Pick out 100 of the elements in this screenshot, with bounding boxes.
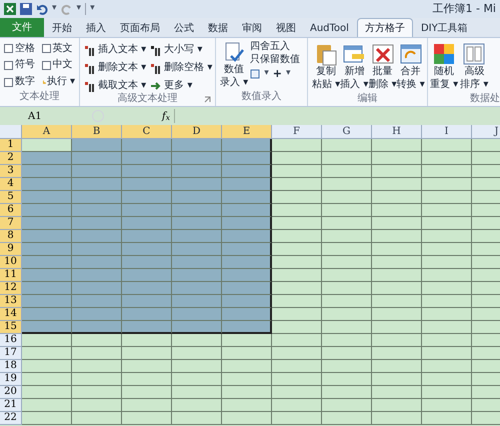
sheet-cell[interactable] xyxy=(222,269,272,282)
row-header[interactable]: 10 xyxy=(0,256,22,269)
sheet-cell[interactable] xyxy=(22,217,72,230)
sheet-cell[interactable] xyxy=(422,139,472,152)
sheet-cell[interactable] xyxy=(372,360,422,373)
sheet-cell[interactable] xyxy=(422,230,472,243)
checkbox[interactable] xyxy=(4,44,13,54)
sheet-cell[interactable] xyxy=(372,165,422,178)
checkbox[interactable] xyxy=(42,44,50,54)
sheet-cell[interactable] xyxy=(422,321,472,334)
column-header[interactable]: C xyxy=(122,125,172,139)
edit-button[interactable]: 批量 删除 ▾ xyxy=(368,42,397,91)
sheet-cell[interactable] xyxy=(272,204,322,217)
sheet-cell[interactable] xyxy=(372,152,422,165)
text-tool-button[interactable]: 截取文本 ▾ xyxy=(84,78,146,94)
sheet-cell[interactable] xyxy=(322,243,372,256)
sheet-cell[interactable] xyxy=(422,308,472,321)
sheet-cell[interactable] xyxy=(422,256,472,269)
sheet-cell[interactable] xyxy=(372,295,422,308)
insert-function-button[interactable]: f$_{x}$ xyxy=(162,108,170,124)
sheet-cell[interactable] xyxy=(422,178,472,191)
sheet-cell[interactable] xyxy=(172,295,222,308)
sheet-cell[interactable] xyxy=(322,230,372,243)
sheet-cell[interactable] xyxy=(22,152,72,165)
ribbon-tab[interactable]: DIY工具箱 xyxy=(414,20,474,37)
ribbon-tab[interactable]: 开始 xyxy=(46,20,78,37)
sheet-cell[interactable] xyxy=(122,321,172,334)
sheet-cell[interactable] xyxy=(22,334,72,347)
row-header[interactable]: 19 xyxy=(0,373,22,386)
ribbon-tab[interactable]: 页面布局 xyxy=(114,20,166,37)
sheet-cell[interactable] xyxy=(72,204,122,217)
redo-icon[interactable] xyxy=(60,3,73,15)
sheet-cell[interactable] xyxy=(72,295,122,308)
sheet-cell[interactable] xyxy=(322,217,372,230)
sheet-cell[interactable] xyxy=(222,191,272,204)
row-header[interactable]: 6 xyxy=(0,204,22,217)
sheet-cell[interactable] xyxy=(222,360,272,373)
sheet-cell[interactable] xyxy=(122,165,172,178)
sheet-cell[interactable] xyxy=(372,230,422,243)
sheet-cell[interactable] xyxy=(22,204,72,217)
sheet-cell[interactable] xyxy=(422,373,472,386)
sheet-cell[interactable] xyxy=(272,256,322,269)
row-header[interactable]: 13 xyxy=(0,295,22,308)
sheet-cell[interactable] xyxy=(272,295,322,308)
sheet-cell[interactable] xyxy=(22,269,72,282)
sheet-cell[interactable] xyxy=(222,321,272,334)
text-tool-button[interactable]: 更多 ▾ xyxy=(150,78,212,94)
sheet-cell[interactable] xyxy=(172,399,222,412)
row-header[interactable]: 18 xyxy=(0,360,22,373)
edit-button[interactable]: 复制 粘贴 ▾ xyxy=(312,42,340,91)
sheet-cell[interactable] xyxy=(122,282,172,295)
sheet-cell[interactable] xyxy=(422,204,472,217)
sheet-cell[interactable] xyxy=(72,321,122,334)
sheet-cell[interactable] xyxy=(272,191,322,204)
sheet-cell[interactable] xyxy=(172,386,222,399)
sheet-cell[interactable] xyxy=(22,178,72,191)
sheet-cell[interactable] xyxy=(372,347,422,360)
sheet-cell[interactable] xyxy=(22,230,72,243)
sheet-cell[interactable] xyxy=(422,282,472,295)
sheet-cell[interactable] xyxy=(272,178,322,191)
sheet-cell[interactable] xyxy=(222,386,272,399)
data-button[interactable]: 高级 排序 ▾ xyxy=(460,42,488,91)
sheet-cell[interactable] xyxy=(22,386,72,399)
sheet-cell[interactable] xyxy=(372,243,422,256)
sheet-cell[interactable] xyxy=(72,334,122,347)
sheet-cell[interactable] xyxy=(122,412,172,425)
sheet-cell[interactable] xyxy=(222,373,272,386)
sheet-cell[interactable] xyxy=(422,399,472,412)
sheet-cell[interactable] xyxy=(422,269,472,282)
edit-button[interactable]: 合并 转换 ▾ xyxy=(396,42,425,91)
sheet-cell[interactable] xyxy=(272,386,322,399)
sheet-cell[interactable] xyxy=(422,334,472,347)
sheet-cell[interactable] xyxy=(222,347,272,360)
sheet-cell[interactable] xyxy=(272,360,322,373)
sheet-cell[interactable] xyxy=(122,334,172,347)
ribbon-tab[interactable]: 审阅 xyxy=(236,20,268,37)
row-header[interactable]: 3 xyxy=(0,165,22,178)
number-entry-button[interactable]: 数值 录入 ▾ xyxy=(220,42,248,89)
select-all-corner[interactable] xyxy=(0,125,22,139)
sheet-cell[interactable] xyxy=(422,165,472,178)
sheet-cell[interactable] xyxy=(122,256,172,269)
sheet-cell[interactable] xyxy=(322,334,372,347)
sheet-cell[interactable] xyxy=(22,191,72,204)
checkbox[interactable] xyxy=(4,78,13,87)
sheet-cell[interactable] xyxy=(72,256,122,269)
sheet-cell[interactable] xyxy=(172,139,222,152)
sheet-cell[interactable] xyxy=(222,204,272,217)
row-header[interactable]: 2 xyxy=(0,152,22,165)
sheet-cell[interactable] xyxy=(272,334,322,347)
sheet-cell[interactable] xyxy=(322,321,372,334)
sheet-cell[interactable] xyxy=(172,243,222,256)
sheet-cell[interactable] xyxy=(222,412,272,425)
sheet-cell[interactable] xyxy=(122,360,172,373)
sheet-cell[interactable] xyxy=(172,256,222,269)
sheet-cell[interactable] xyxy=(122,152,172,165)
sheet-cell[interactable] xyxy=(322,373,372,386)
sheet-cell[interactable] xyxy=(372,191,422,204)
number-icon[interactable] xyxy=(250,68,260,78)
sheet-cell[interactable] xyxy=(172,191,222,204)
ribbon-tab[interactable]: 数据 xyxy=(202,20,234,37)
